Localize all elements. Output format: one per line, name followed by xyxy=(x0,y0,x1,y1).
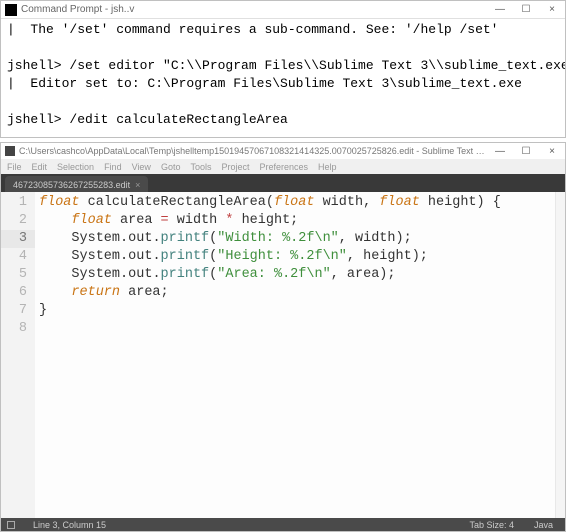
tab-label: 46723085736267255283.edit xyxy=(13,180,130,190)
line-number-gutter: 12345678 xyxy=(1,192,35,518)
sublime-title-bar[interactable]: C:\Users\cashco\AppData\Local\Temp\jshel… xyxy=(0,142,566,159)
code-line[interactable]: return area; xyxy=(35,284,555,302)
code-area[interactable]: float calculateRectangleArea(float width… xyxy=(35,192,555,518)
sublime-title: C:\Users\cashco\AppData\Local\Temp\jshel… xyxy=(19,146,487,156)
line-number: 8 xyxy=(1,320,35,338)
sublime-window: C:\Users\cashco\AppData\Local\Temp\jshel… xyxy=(0,142,566,532)
close-button[interactable]: × xyxy=(539,1,565,19)
menu-find[interactable]: Find xyxy=(104,162,122,172)
status-cursor-position[interactable]: Line 3, Column 15 xyxy=(27,520,112,530)
status-bar: Line 3, Column 15 Tab Size: 4 Java xyxy=(0,518,566,532)
code-line[interactable]: float area = width * height; xyxy=(35,212,555,230)
line-number: 7 xyxy=(1,302,35,320)
sublime-menubar: File Edit Selection Find View Goto Tools Projec… xyxy=(0,159,566,174)
code-line[interactable]: float calculateRectangleArea(float width… xyxy=(35,194,555,212)
minimap[interactable] xyxy=(555,192,565,518)
cmd-icon xyxy=(5,4,17,16)
sublime-window-controls: — ☐ × xyxy=(487,142,565,160)
line-number: 5 xyxy=(1,266,35,284)
cmd-title-bar[interactable]: Command Prompt - jsh..v — ☐ × xyxy=(1,1,565,19)
maximize-button[interactable]: ☐ xyxy=(513,1,539,19)
menu-edit[interactable]: Edit xyxy=(32,162,48,172)
line-number: 2 xyxy=(1,212,35,230)
line-number: 3 xyxy=(1,230,35,248)
line-number: 6 xyxy=(1,284,35,302)
status-tab-size[interactable]: Tab Size: 4 xyxy=(463,520,520,530)
menu-goto[interactable]: Goto xyxy=(161,162,181,172)
menu-help[interactable]: Help xyxy=(318,162,337,172)
minimize-button[interactable]: — xyxy=(487,1,513,19)
status-syntax[interactable]: Java xyxy=(528,520,559,530)
menu-selection[interactable]: Selection xyxy=(57,162,94,172)
maximize-button[interactable]: ☐ xyxy=(513,142,539,160)
line-number: 1 xyxy=(1,194,35,212)
command-prompt-window: Command Prompt - jsh..v — ☐ × | The '/se… xyxy=(0,0,566,138)
code-line[interactable]: } xyxy=(35,302,555,320)
line-number: 4 xyxy=(1,248,35,266)
menu-view[interactable]: View xyxy=(132,162,151,172)
tab-active[interactable]: 46723085736267255283.edit × xyxy=(5,176,148,192)
menu-file[interactable]: File xyxy=(7,162,22,172)
cmd-window-controls: — ☐ × xyxy=(487,1,565,19)
menu-preferences[interactable]: Preferences xyxy=(259,162,308,172)
cmd-output[interactable]: | The '/set' command requires a sub-comm… xyxy=(1,19,565,137)
code-line[interactable]: System.out.printf("Area: %.2f\n", area); xyxy=(35,266,555,284)
code-line[interactable]: System.out.printf("Width: %.2f\n", width… xyxy=(35,230,555,248)
close-icon[interactable]: × xyxy=(135,180,140,190)
menu-project[interactable]: Project xyxy=(221,162,249,172)
minimize-button[interactable]: — xyxy=(487,142,513,160)
close-button[interactable]: × xyxy=(539,142,565,160)
code-line[interactable] xyxy=(35,320,555,338)
status-indicator-icon xyxy=(7,521,15,529)
tab-bar: 46723085736267255283.edit × xyxy=(0,174,566,192)
code-line[interactable]: System.out.printf("Height: %.2f\n", heig… xyxy=(35,248,555,266)
cmd-title: Command Prompt - jsh..v xyxy=(21,4,487,15)
editor-area: 12345678 float calculateRectangleArea(fl… xyxy=(0,192,566,518)
menu-tools[interactable]: Tools xyxy=(190,162,211,172)
sublime-icon xyxy=(5,146,15,156)
